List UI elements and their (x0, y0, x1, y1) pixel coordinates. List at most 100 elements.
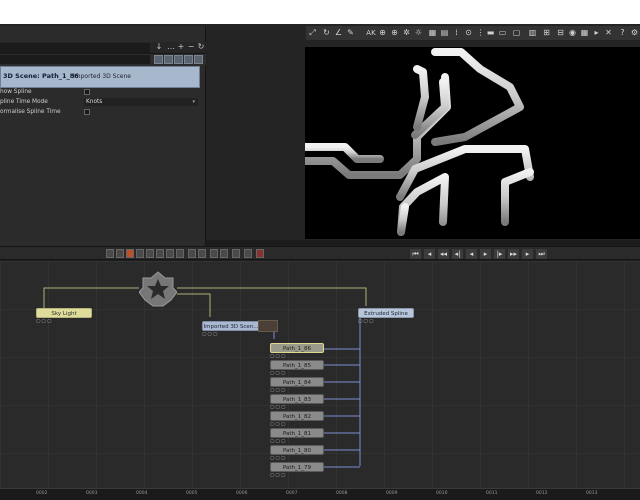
add-icon[interactable]: + (176, 42, 186, 52)
pen-tool-icon[interactable]: ✎ (346, 28, 355, 38)
port-icons: ◯◯◯ (270, 455, 287, 460)
trace-bottom-stub1 (397, 203, 409, 236)
zoom-icon[interactable]: ⊞ (542, 28, 551, 38)
checker-icon[interactable]: ▦ (580, 28, 589, 38)
timeline-tick: 0010 (436, 491, 448, 496)
node-path-1-83[interactable]: Path_1_83 (270, 394, 324, 404)
node-path-1-81[interactable]: Path_1_81 (270, 428, 324, 438)
crosshair-icon[interactable]: ⊕ (390, 28, 399, 38)
tool-icon[interactable] (188, 249, 196, 258)
settings-icon[interactable]: ⚙ (630, 28, 639, 38)
ruler-icon[interactable]: ▬ (486, 28, 495, 38)
timeline-tick: 0004 (136, 491, 148, 496)
play-icon[interactable]: ▸ (480, 249, 491, 259)
show-spline-checkbox[interactable] (84, 89, 90, 95)
prev-key-icon[interactable]: ◂ (424, 249, 435, 259)
render-viewer[interactable] (305, 47, 640, 239)
tool-icon[interactable] (106, 249, 114, 258)
grid-dots-icon[interactable]: ⋮ (476, 28, 485, 38)
port-icons: ◯◯◯ (36, 318, 53, 323)
tool-icon[interactable] (232, 249, 240, 258)
port-icons: ◯◯◯ (270, 387, 287, 392)
heart-icon[interactable] (184, 55, 193, 64)
target-icon[interactable]: ⊕ (378, 28, 387, 38)
node-label: Extruded Spline (364, 311, 408, 317)
aa-icon[interactable]: ⊙ (464, 28, 473, 38)
rendered-splines (305, 48, 534, 236)
select-tool-icon[interactable]: ⤢ (308, 28, 317, 38)
spline-time-mode-select[interactable]: Knots ▾ (84, 98, 198, 106)
layer-icon[interactable]: ▭ (498, 28, 507, 38)
dots-icon[interactable]: ⁞ (452, 28, 461, 38)
node-path-1-84[interactable]: Path_1_84 (270, 377, 324, 387)
port-icons: ◯◯◯ (270, 404, 287, 409)
properties-panel: ↓ … + − ↻ 3D Scene: Path_1_86 Imported 3… (0, 26, 206, 246)
step-forward-icon[interactable]: |▸ (494, 249, 505, 259)
lock-icon[interactable] (174, 55, 183, 64)
link-scene-to-import (177, 293, 211, 317)
goto-end-icon[interactable]: ⏭ (536, 249, 547, 259)
camera-icon[interactable]: ◉ (568, 28, 577, 38)
minus-icon[interactable]: − (186, 42, 196, 52)
help-icon[interactable]: ? (618, 28, 627, 38)
timeline-tick: 0012 (536, 491, 548, 496)
node-path-1-85[interactable]: Path_1_85 (270, 360, 324, 370)
rotate-tool-icon[interactable]: ↻ (322, 28, 331, 38)
node-imported-3d-scene[interactable]: Imported 3D Scen... (202, 321, 260, 331)
node-path-1-82[interactable]: Path_1_82 (270, 411, 324, 421)
node-label: Path_1_86 (282, 346, 312, 352)
refresh-icon[interactable]: ↻ (196, 42, 206, 52)
overlay-icon[interactable]: ▥ (528, 28, 537, 38)
paste-icon[interactable] (164, 55, 173, 64)
timeline-ruler[interactable]: 0002 0003 0004 0005 0006 0007 0008 0009 … (0, 488, 640, 500)
node-header-type: Imported 3D Scene (73, 73, 131, 80)
more-icon[interactable]: … (166, 42, 176, 52)
tool-icon[interactable] (166, 249, 174, 258)
port-icons: ◯◯◯ (358, 318, 375, 323)
grid-icon[interactable]: ▦ (428, 28, 437, 38)
next-key-icon[interactable]: ▸ (522, 249, 533, 259)
sun-icon[interactable]: ☼ (414, 28, 423, 38)
fast-forward-icon[interactable]: ▸▸ (508, 249, 519, 259)
tool-icon[interactable] (176, 249, 184, 258)
tool-icon[interactable] (198, 249, 206, 258)
tool-icon[interactable] (146, 249, 154, 258)
play-small-icon[interactable]: ▸ (592, 28, 601, 38)
node-path-1-79[interactable]: Path_1_79 (270, 462, 324, 472)
brightness-icon[interactable]: ✲ (402, 28, 411, 38)
angle-tool-icon[interactable]: ∠ (334, 28, 343, 38)
port-icons: ◯◯◯ (270, 421, 287, 426)
tool-icon[interactable] (156, 249, 164, 258)
panel-search-field[interactable] (0, 55, 150, 64)
safe-area-icon[interactable]: ⊟ (556, 28, 565, 38)
arrow-down-icon[interactable]: ↓ (154, 42, 164, 52)
node-path-1-86[interactable]: Path_1_86 (270, 343, 324, 353)
play-reverse-icon[interactable]: ◂ (466, 249, 477, 259)
tool-icon[interactable] (136, 249, 144, 258)
goto-start-icon[interactable]: ⏮ (410, 249, 421, 259)
ak-icon[interactable]: AK (364, 28, 378, 38)
node-thumbnail (258, 320, 278, 332)
normalise-checkbox[interactable] (84, 109, 90, 115)
rewind-icon[interactable]: ◂◂ (438, 249, 449, 259)
reset-icon[interactable] (194, 55, 203, 64)
node-sky-light[interactable]: Sky Light (36, 308, 92, 318)
tool-icon[interactable] (220, 249, 228, 258)
stripe-icon[interactable]: ▤ (440, 28, 449, 38)
tool-icon[interactable] (210, 249, 218, 258)
tool-icon[interactable] (116, 249, 124, 258)
timeline-tick: 0003 (86, 491, 98, 496)
tool-icon[interactable] (126, 249, 134, 258)
tool-icon[interactable] (256, 249, 264, 258)
node-path-1-80[interactable]: Path_1_80 (270, 445, 324, 455)
close-icon[interactable]: ✕ (604, 28, 613, 38)
port-icons: ◯◯◯ (270, 370, 287, 375)
frame-icon[interactable]: ▢ (512, 28, 521, 38)
panel-path-field[interactable] (0, 43, 150, 53)
copy-icon[interactable] (154, 55, 163, 64)
tool-icon[interactable] (244, 249, 252, 258)
scene-root-star-icon[interactable] (139, 270, 177, 308)
step-back-icon[interactable]: ◂| (452, 249, 463, 259)
timeline-tick: 0002 (36, 491, 48, 496)
node-extruded-spline[interactable]: Extruded Spline (358, 308, 414, 318)
